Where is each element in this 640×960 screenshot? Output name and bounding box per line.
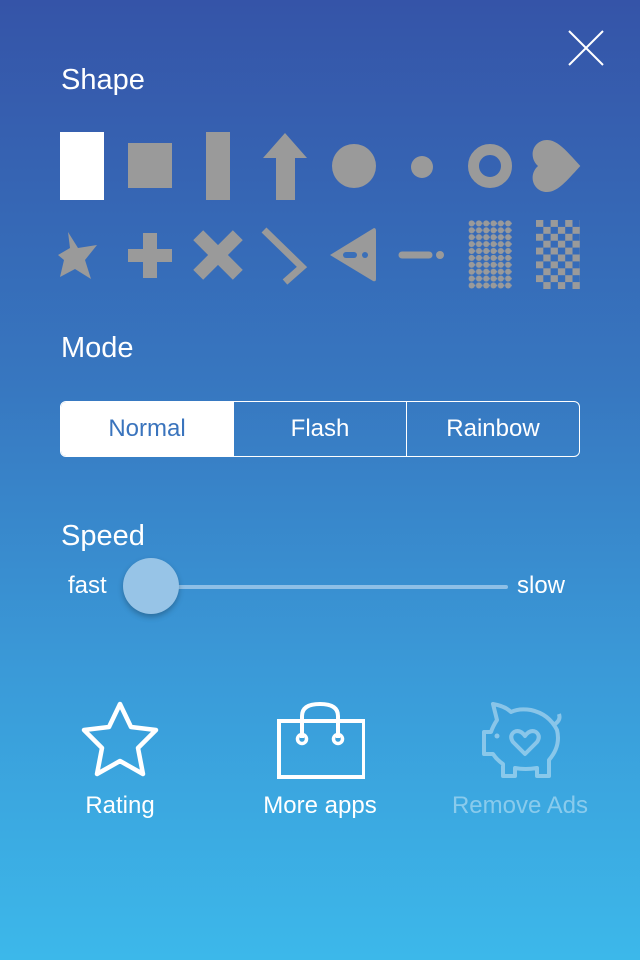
shape-ring[interactable] (456, 126, 524, 206)
more-apps-label: More apps (263, 792, 377, 819)
speed-min-label: fast (68, 572, 107, 599)
shape-large-circle[interactable] (320, 126, 388, 206)
mode-option-normal[interactable]: Normal (61, 402, 233, 456)
remove-ads-button[interactable]: Remove Ads (430, 698, 610, 820)
shape-heart[interactable] (524, 126, 592, 206)
shape-star[interactable] (48, 215, 116, 295)
mode-title: Mode (61, 332, 134, 364)
rating-button[interactable]: Rating (30, 698, 210, 820)
shopping-bag-icon (277, 701, 365, 779)
rating-label: Rating (85, 792, 155, 819)
shape-dot-grid[interactable] (456, 215, 524, 295)
speed-title: Speed (61, 520, 145, 552)
shape-square[interactable] (116, 126, 184, 206)
shape-arrow-up[interactable] (252, 126, 320, 206)
remove-ads-label: Remove Ads (451, 792, 589, 819)
shape-triangle-marker[interactable] (320, 215, 388, 295)
speed-slider-thumb[interactable] (123, 558, 179, 614)
shape-plus[interactable] (116, 215, 184, 295)
shape-small-dot[interactable] (388, 126, 456, 206)
piggy-bank-icon (482, 702, 562, 778)
more-apps-button[interactable]: More apps (230, 698, 410, 820)
shape-chevron[interactable] (252, 215, 320, 295)
mode-option-rainbow[interactable]: Rainbow (406, 402, 579, 456)
speed-max-label: slow (517, 572, 566, 599)
shape-title: Shape (61, 64, 145, 96)
shape-tall-rectangle[interactable] (48, 126, 116, 206)
shape-dash-dot[interactable] (388, 215, 456, 295)
mode-option-flash[interactable]: Flash (233, 402, 406, 456)
speed-slider-track[interactable] (150, 585, 508, 589)
shape-checkerboard[interactable] (524, 215, 592, 295)
shape-thin-bar[interactable] (184, 126, 252, 206)
close-icon[interactable] (566, 28, 606, 68)
mode-segmented-control: Normal Flash Rainbow (60, 401, 580, 457)
shape-cross[interactable] (184, 215, 252, 295)
star-icon (81, 701, 159, 777)
